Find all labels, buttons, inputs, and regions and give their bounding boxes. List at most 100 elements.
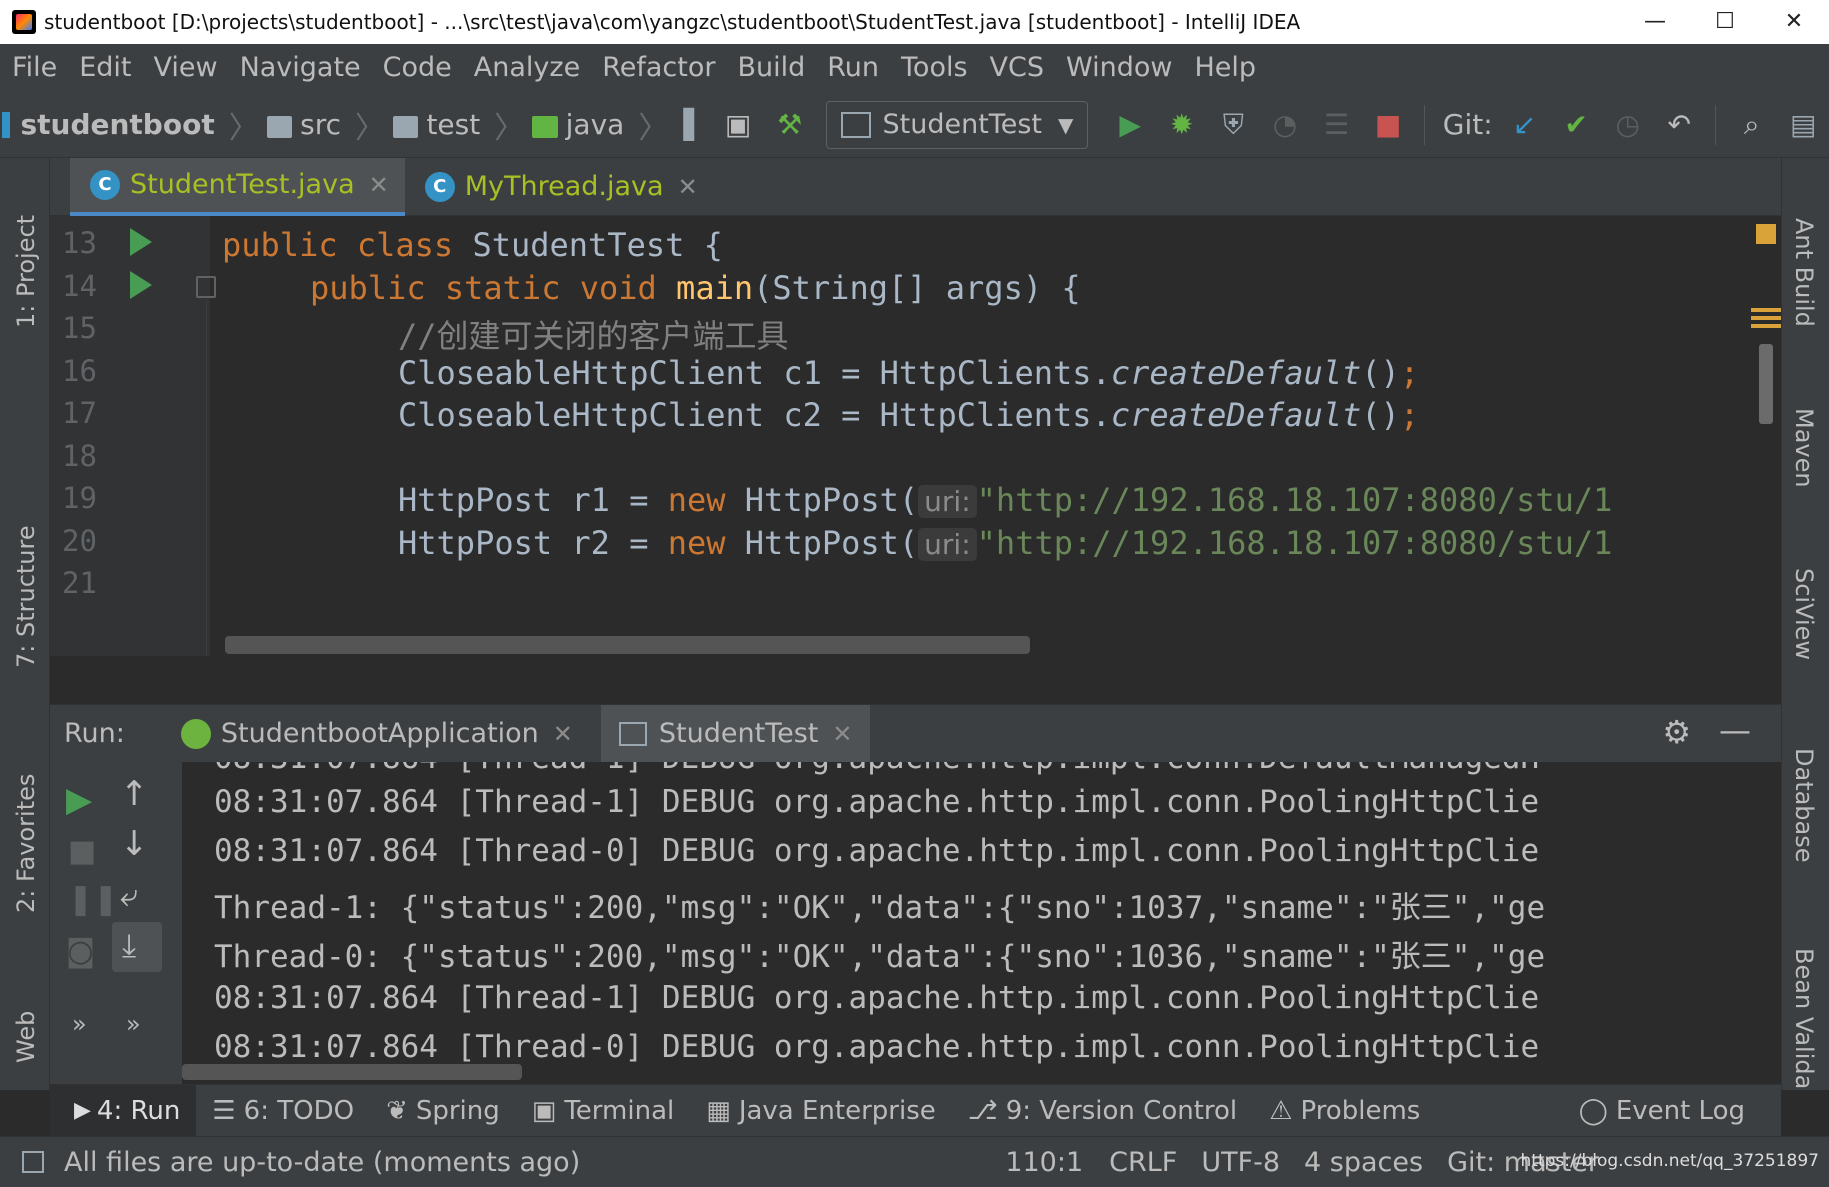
maximize-button[interactable]: ☐ [1690, 0, 1760, 44]
title-bar: studentboot [D:\projects\studentboot] - … [0, 0, 1829, 44]
menu-vcs[interactable]: VCS [990, 44, 1044, 92]
close-window-button[interactable]: ✕ [1759, 0, 1829, 44]
run-configuration-select[interactable]: StudentTest ▼ [825, 100, 1089, 149]
warning-stripe[interactable] [1751, 316, 1781, 320]
search-icon[interactable]: ⌕ [1734, 104, 1770, 146]
tool-bean-validation[interactable]: Bean Valida [1790, 948, 1818, 1089]
debug-icon[interactable]: ✹ [1164, 104, 1200, 146]
stop-icon[interactable]: ■ [68, 834, 96, 869]
run-tab-studenttest[interactable]: StudentTest ✕ [600, 704, 871, 763]
warning-stripe[interactable] [1751, 308, 1781, 312]
bottom-tab-label: Terminal [564, 1095, 675, 1126]
git-rollback-icon[interactable]: ↶ [1661, 104, 1697, 146]
close-tab-icon[interactable]: ✕ [832, 720, 852, 748]
bottom-tab-terminal[interactable]: ▣ Terminal [516, 1085, 690, 1137]
bottom-tab-version-control[interactable]: ⎇ 9: Version Control [952, 1085, 1253, 1137]
menu-file[interactable]: File [12, 44, 57, 92]
bottom-tool-bar: ▶ 4: Run ☰ 6: TODO ❦ Spring ▣ Terminal ▦… [50, 1084, 1781, 1137]
tool-database[interactable]: Database [1790, 748, 1818, 863]
git-commit-icon[interactable]: ✔ [1558, 104, 1594, 146]
menu-navigate[interactable]: Navigate [240, 44, 361, 92]
menu-refactor[interactable]: Refactor [602, 44, 715, 92]
tool-project[interactable]: 1: Project [12, 215, 40, 328]
warning-marker-icon[interactable] [1756, 224, 1776, 244]
close-tab-icon[interactable]: ✕ [678, 173, 698, 201]
bottom-tab-spring[interactable]: ❦ Spring [370, 1085, 516, 1137]
class-icon: C [90, 169, 120, 200]
menu-help[interactable]: Help [1194, 44, 1256, 92]
breadcrumb-java[interactable]: java [566, 108, 625, 141]
build-hammer-icon[interactable]: ⚒ [772, 104, 808, 146]
rerun-icon[interactable]: ▶ [66, 780, 92, 820]
run-tab-studentbootapplication[interactable]: StudentbootApplication ✕ [163, 705, 591, 763]
git-history-icon[interactable]: ◷ [1610, 104, 1646, 146]
menu-build[interactable]: Build [737, 44, 805, 92]
tool-structure[interactable]: 7: Structure [12, 525, 40, 668]
fold-icon[interactable] [196, 276, 216, 298]
soft-wrap-icon[interactable]: ⤶ [120, 876, 138, 915]
indent-select[interactable]: 4 spaces [1304, 1147, 1423, 1178]
concurrency-icon[interactable]: ☰ [1319, 104, 1355, 146]
code-editor[interactable] [50, 216, 1781, 656]
menu-code[interactable]: Code [383, 44, 452, 92]
menu-run[interactable]: Run [827, 44, 879, 92]
menu-window[interactable]: Window [1066, 44, 1172, 92]
breadcrumb-src[interactable]: src [300, 108, 341, 141]
tool-windows-toggle-icon[interactable] [22, 1151, 44, 1173]
bottom-tab-event-log[interactable]: ◯ Event Log [1563, 1085, 1761, 1137]
menu-tools[interactable]: Tools [901, 44, 968, 92]
profile-icon[interactable]: ◔ [1267, 104, 1303, 146]
arrow-down-icon[interactable]: ↓ [120, 824, 149, 864]
horizontal-scrollbar[interactable] [225, 636, 1030, 654]
more-actions-icon[interactable]: » [126, 1010, 141, 1038]
terminal-icon: ▣ [531, 1095, 557, 1126]
run-tab-label: StudentbootApplication [220, 718, 539, 749]
tool-web[interactable]: Web [12, 1011, 40, 1063]
scroll-to-end-button[interactable]: ⤓ [112, 922, 162, 972]
camera-icon[interactable]: ◙ [66, 934, 95, 969]
bottom-tab-problems[interactable]: ⚠ Problems [1253, 1085, 1436, 1137]
gear-icon[interactable]: ⚙ [1662, 713, 1691, 751]
pause-icon[interactable]: ❚❚ [68, 882, 118, 917]
caret-position[interactable]: 110:1 [1005, 1147, 1083, 1178]
vertical-scrollbar[interactable] [1759, 344, 1773, 424]
tab-mythread-java[interactable]: C MyThread.java ✕ [405, 158, 714, 216]
arrow-up-icon[interactable]: ↑ [120, 774, 149, 814]
menu-edit[interactable]: Edit [79, 44, 131, 92]
close-tab-icon[interactable]: ✕ [369, 171, 389, 199]
project-structure-dialog-icon[interactable]: ▤ [1785, 104, 1821, 146]
more-actions-icon[interactable]: » [72, 1010, 87, 1038]
project-structure-icon[interactable]: ▣ [720, 104, 756, 146]
stop-icon[interactable]: ■ [1370, 104, 1406, 146]
git-update-icon[interactable]: ↙ [1507, 104, 1543, 146]
watermark-text: https://blog.csdn.net/qq_37251897 [1520, 1151, 1819, 1171]
editor-error-stripe [1751, 216, 1781, 656]
bottom-tab-run[interactable]: ▶ 4: Run [50, 1084, 197, 1137]
run-icon[interactable]: ▶ [1112, 104, 1148, 146]
bottom-tab-java-enterprise[interactable]: ▦ Java Enterprise [690, 1085, 952, 1137]
close-tab-icon[interactable]: ✕ [553, 720, 573, 748]
tab-studenttest-java[interactable]: C StudentTest.java ✕ [70, 157, 405, 216]
tool-ant-build[interactable]: Ant Build [1790, 218, 1818, 327]
minimize-panel-icon[interactable]: — [1719, 711, 1751, 749]
coverage-icon[interactable]: ⛨ [1216, 104, 1252, 146]
tool-maven[interactable]: Maven [1790, 408, 1818, 488]
menu-analyze[interactable]: Analyze [474, 44, 580, 92]
run-console[interactable]: 08:31:07.864 [Thread-1] DEBUG org.apache… [182, 762, 1781, 1084]
console-line: 08:31:07.864 [Thread-1] DEBUG org.apache… [214, 762, 1539, 776]
line-separator-select[interactable]: CRLF [1109, 1147, 1177, 1178]
minimize-button[interactable]: — [1620, 0, 1690, 44]
run-gutter-icon[interactable] [130, 271, 152, 299]
tool-sciview[interactable]: SciView [1790, 568, 1818, 660]
breadcrumb-project[interactable]: studentboot [20, 108, 214, 141]
run-gutter-icon[interactable] [130, 228, 152, 256]
menu-view[interactable]: View [153, 44, 217, 92]
encoding-select[interactable]: UTF-8 [1201, 1147, 1280, 1178]
warning-stripe[interactable] [1751, 324, 1781, 328]
bottom-tab-todo[interactable]: ☰ 6: TODO [196, 1085, 370, 1137]
breadcrumb-test[interactable]: test [426, 108, 480, 141]
tool-favorites[interactable]: 2: Favorites [12, 774, 40, 913]
console-horizontal-scrollbar[interactable] [182, 1064, 522, 1080]
editor-tab-bar: C StudentTest.java ✕ C MyThread.java ✕ [50, 157, 1781, 216]
package-icon[interactable]: ▌ [684, 104, 706, 146]
